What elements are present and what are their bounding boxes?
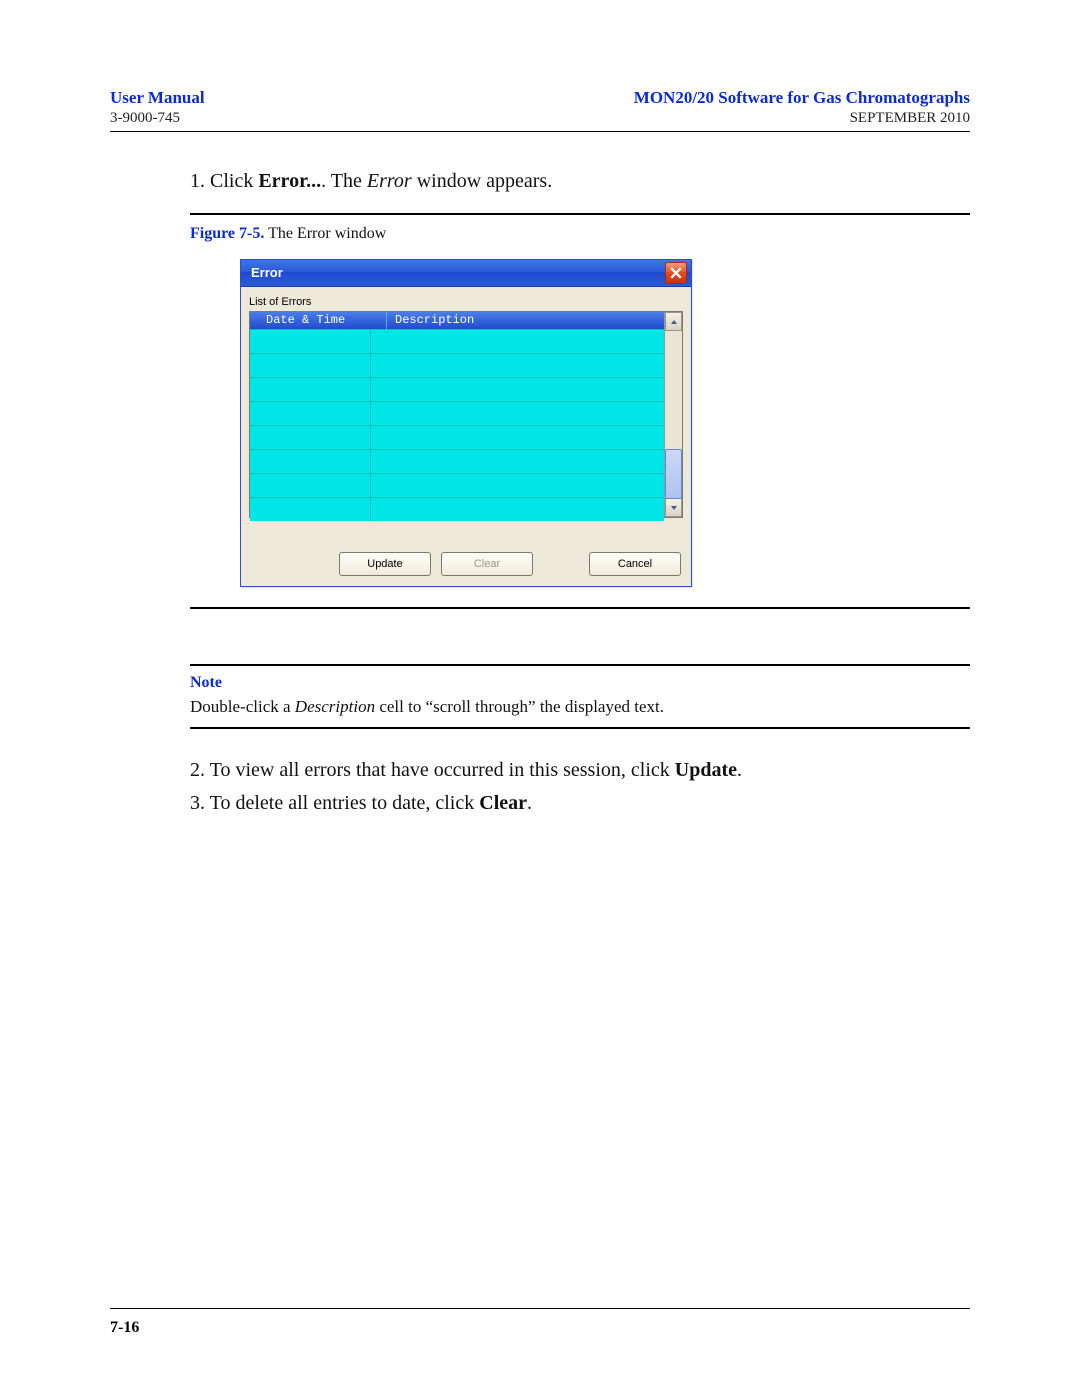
header-date: SEPTEMBER 2010: [850, 110, 970, 127]
chevron-down-icon: [670, 504, 678, 512]
step-number: 3.: [190, 792, 205, 814]
grid-header-row: Date & Time Description: [250, 312, 664, 329]
figure-number: Figure 7-5.: [190, 225, 264, 242]
page-number: 7-16: [110, 1319, 139, 1336]
window-title: Error: [251, 264, 283, 282]
scroll-up-button[interactable]: [665, 312, 682, 331]
column-header-datetime[interactable]: Date & Time: [250, 312, 387, 328]
error-window: Error List of Errors Date & Time Descrip…: [240, 259, 692, 588]
step-text: window appears.: [412, 170, 553, 192]
step-text: .: [737, 759, 742, 781]
header-doc-number: 3-9000-745: [110, 110, 180, 127]
close-icon: [670, 267, 682, 279]
step-bold: Error...: [258, 170, 321, 192]
scroll-thumb[interactable]: [665, 449, 682, 499]
chevron-up-icon: [670, 318, 678, 326]
page-footer: 7-16: [110, 1308, 970, 1337]
cancel-button[interactable]: Cancel: [589, 552, 681, 576]
header-right-title: MON20/20 Software for Gas Chromatographs: [634, 88, 970, 108]
table-row[interactable]: [250, 378, 664, 402]
step-text: . The: [321, 170, 367, 192]
list-of-errors-label: List of Errors: [249, 295, 683, 310]
table-row[interactable]: [250, 354, 664, 378]
figure-rule-top: [190, 213, 970, 215]
table-row[interactable]: [250, 498, 664, 521]
step-text: Click: [210, 170, 258, 192]
scroll-track[interactable]: [665, 331, 682, 498]
note-italic: Description: [295, 697, 375, 716]
vertical-scrollbar[interactable]: [664, 312, 682, 517]
note-rule-bottom: [190, 727, 970, 729]
table-row[interactable]: [250, 330, 664, 354]
figure-title: The Error window: [264, 225, 386, 242]
step-italic: Error: [367, 170, 412, 192]
step-text: .: [527, 792, 532, 814]
clear-button[interactable]: Clear: [441, 552, 533, 576]
error-grid[interactable]: Date & Time Description: [249, 311, 683, 518]
note-part: Double-click a: [190, 697, 295, 716]
note-part: cell to “scroll through” the displayed t…: [375, 697, 664, 716]
instruction-step-2: 2. To view all errors that have occurred…: [190, 757, 970, 784]
step-text: To view all errors that have occurred in…: [210, 759, 675, 781]
close-button[interactable]: [665, 262, 687, 284]
table-row[interactable]: [250, 402, 664, 426]
instruction-step-1: 1. Click Error.... The Error window appe…: [190, 168, 970, 195]
table-row[interactable]: [250, 474, 664, 498]
grid-body[interactable]: [250, 330, 664, 521]
note-text: Double-click a Description cell to “scro…: [190, 696, 970, 719]
update-button[interactable]: Update: [339, 552, 431, 576]
step-text: To delete all entries to date, click: [210, 792, 480, 814]
figure-rule-bottom: [190, 607, 970, 609]
column-header-description[interactable]: Description: [387, 312, 664, 328]
table-row[interactable]: [250, 426, 664, 450]
step-number: 1.: [190, 170, 205, 192]
figure-caption: Figure 7-5. The Error window: [190, 223, 970, 245]
scroll-down-button[interactable]: [665, 498, 682, 517]
note-rule-top: [190, 664, 970, 666]
step-bold: Clear: [479, 792, 527, 814]
window-titlebar[interactable]: Error: [241, 260, 691, 287]
table-row[interactable]: [250, 450, 664, 474]
step-number: 2.: [190, 759, 205, 781]
step-bold: Update: [675, 759, 737, 781]
instruction-step-3: 3. To delete all entries to date, click …: [190, 790, 970, 817]
note-label: Note: [190, 672, 970, 694]
header-rule: [110, 131, 970, 132]
header-left-title: User Manual: [110, 88, 205, 108]
